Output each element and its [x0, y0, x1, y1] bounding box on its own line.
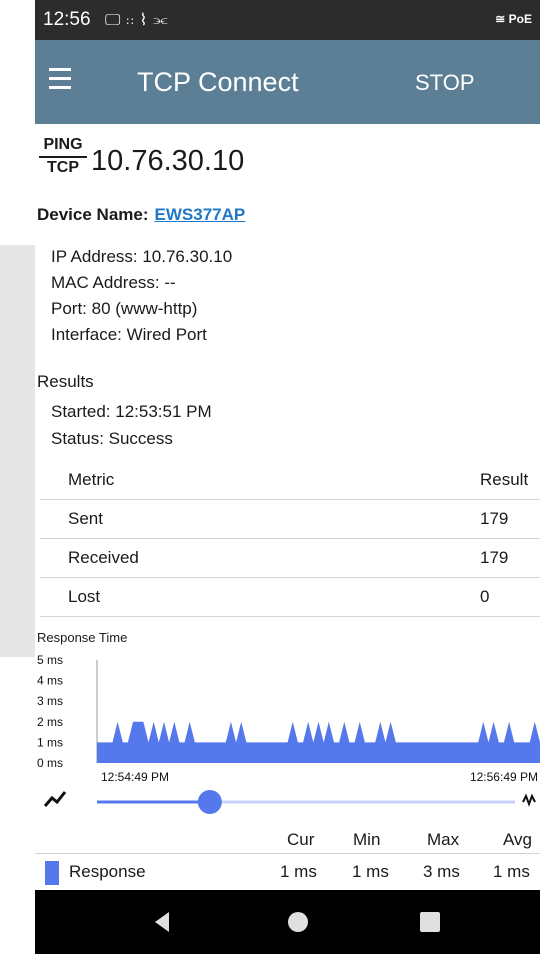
poe-indicator: ≅ PoE — [495, 12, 532, 26]
table-header: Metric Result — [40, 461, 540, 500]
side-panel — [0, 245, 35, 657]
nav-icons — [155, 912, 440, 932]
y-tick-label: 5 ms — [37, 653, 63, 667]
logo-ping: PING — [39, 136, 87, 158]
monitor-icon: 🖵 — [105, 12, 127, 29]
status-bar: 12:56 🖵∷⌇⫘ ≅ PoE — [35, 0, 540, 40]
metric-value: 0 — [480, 577, 540, 617]
app-bar: TCP Connect STOP — [35, 40, 540, 124]
trend-line-icon — [43, 791, 67, 807]
results-status: Status: Success — [51, 429, 173, 448]
series-swatch — [45, 861, 59, 885]
poe-label: PoE — [508, 12, 532, 26]
max-value: 3 ms — [423, 862, 460, 881]
metric-value: 179 — [480, 538, 540, 578]
results-started: Started: 12:53:51 PM — [51, 402, 212, 421]
avg-value: 1 ms — [493, 862, 530, 881]
header-metric: Metric — [40, 461, 480, 500]
recents-icon[interactable] — [420, 912, 440, 932]
mac-address: MAC Address: -- — [51, 273, 176, 292]
results-heading: Results — [37, 372, 94, 391]
stop-button[interactable]: STOP — [415, 70, 475, 96]
hamburger-menu-icon[interactable] — [49, 68, 79, 92]
activity-icon: ⌇ — [139, 12, 154, 29]
response-series-area — [97, 721, 540, 763]
ping-tcp-logo: PING TCP — [39, 136, 87, 181]
slider-thumb[interactable] — [197, 790, 222, 814]
time-slider — [43, 790, 536, 814]
metric-name: Received — [40, 538, 480, 578]
min-value: 1 ms — [352, 862, 389, 881]
usb-icon: ⫘ — [153, 12, 174, 29]
table-row: Lost 0 — [40, 577, 540, 617]
x-tick-label: 12:56:49 PM — [470, 770, 538, 782]
chart-title: Response Time — [37, 630, 128, 645]
header-result: Result — [480, 461, 540, 500]
y-tick-label: 2 ms — [37, 715, 63, 729]
metric-name: Sent — [40, 499, 480, 539]
navigation-bar — [35, 890, 540, 954]
x-tick-label: 12:54:49 PM — [101, 770, 169, 782]
status-time: 12:56 — [43, 9, 91, 30]
device-name-label: Device Name: — [37, 205, 149, 224]
header-cur: Cur — [287, 830, 315, 849]
back-icon[interactable] — [155, 912, 169, 932]
ip-address: IP Address: 10.76.30.10 — [51, 247, 233, 266]
trend-icon — [522, 793, 536, 807]
metric-value: 179 — [480, 499, 540, 539]
metrics-table: Metric Result Sent 179 Received 179 Lost… — [40, 461, 540, 617]
logo-tcp: TCP — [47, 159, 79, 176]
series-name: Response — [69, 862, 146, 881]
header-max: Max — [427, 830, 460, 849]
port: Port: 80 (www-http) — [51, 299, 198, 318]
table-row: Received 179 — [40, 538, 540, 578]
header-min: Min — [353, 830, 381, 849]
target-ip: 10.76.30.10 — [91, 145, 245, 177]
y-tick-label: 0 ms — [37, 756, 63, 770]
y-tick-label: 4 ms — [37, 674, 63, 688]
poe-icon: ≅ — [495, 12, 509, 26]
status-icons: 🖵∷⌇⫘ — [105, 10, 174, 30]
table-row: Sent 179 — [40, 499, 540, 539]
header-avg: Avg — [503, 830, 532, 849]
device-name-line: Device Name: EWS377AP — [37, 205, 245, 225]
home-icon[interactable] — [288, 912, 308, 932]
phone-screen: 12:56 🖵∷⌇⫘ ≅ PoE TCP Connect STOP PING T… — [35, 0, 540, 954]
interface: Interface: Wired Port — [51, 325, 207, 344]
y-tick-label: 3 ms — [37, 694, 63, 708]
y-tick-label: 1 ms — [37, 735, 63, 749]
response-time-chart: 0 ms 1 ms 2 ms 3 ms 4 ms 5 ms 12:54:49 PM 12:56… — [37, 653, 540, 782]
metric-name: Lost — [40, 577, 480, 617]
app-title: TCP Connect — [137, 67, 299, 97]
device-name-link[interactable]: EWS377AP — [155, 205, 246, 224]
signal-100-icon: ∷ — [126, 16, 140, 28]
summary-row: Response 1 ms 1 ms 3 ms 1 ms — [35, 853, 540, 890]
cur-value: 1 ms — [280, 862, 317, 881]
